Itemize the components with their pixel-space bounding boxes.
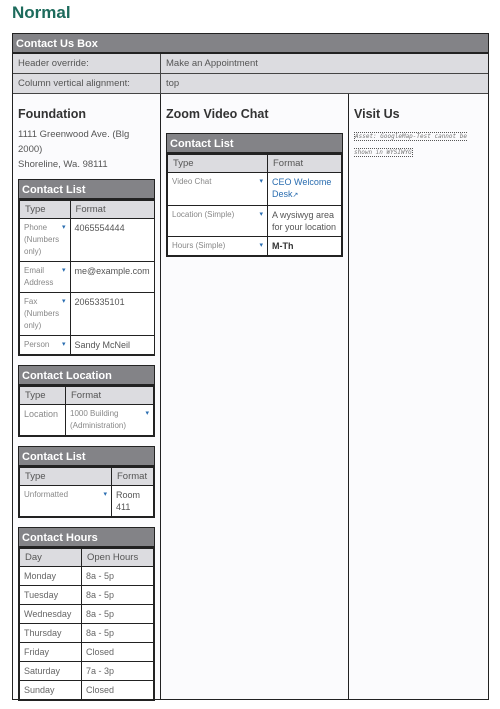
contact-list-box-2: Contact List Type Format Unformatted ▾ Room… bbox=[18, 446, 155, 518]
chevron-down-icon: ▾ bbox=[259, 178, 263, 185]
chevron-down-icon: ▾ bbox=[259, 211, 263, 218]
hours-cell[interactable]: 8a - 5p bbox=[81, 604, 154, 624]
property-row: Column vertical alignment: top bbox=[13, 74, 488, 94]
value-cell[interactable]: Sandy McNeil bbox=[69, 335, 155, 355]
table-row: Thursday 8a - 5p bbox=[19, 623, 154, 643]
box-header: Contact List bbox=[19, 180, 154, 200]
header-override-value[interactable]: Make an Appointment bbox=[161, 54, 258, 73]
contact-us-box: Contact Us Box Header override: Make an A… bbox=[12, 33, 489, 701]
alignment-value[interactable]: top bbox=[161, 74, 179, 93]
hours-cell[interactable]: 8a - 5p bbox=[81, 566, 154, 586]
external-link-icon: ↗ bbox=[292, 192, 299, 199]
column-3: Visit Us Asset: GoogleMap-Test cannot be… bbox=[349, 94, 488, 700]
day-cell: Monday bbox=[19, 566, 82, 586]
hours-cell[interactable]: 8a - 5p bbox=[81, 623, 154, 643]
table-row: Fax (Numbers only) ▾ 2065335101 bbox=[19, 292, 155, 336]
hours-cell[interactable]: Closed bbox=[81, 680, 154, 700]
type-select[interactable]: Person ▾ bbox=[19, 335, 71, 355]
day-cell: Saturday bbox=[19, 661, 82, 681]
column-1: Foundation 1111 Greenwood Ave. (Blg 2000… bbox=[13, 94, 161, 701]
column-header: Format bbox=[111, 467, 154, 486]
type-select[interactable]: Email Address ▾ bbox=[19, 261, 71, 293]
day-cell: Thursday bbox=[19, 623, 82, 643]
table-row: Saturday 7a - 3p bbox=[19, 661, 154, 681]
address-line: Shoreline, Wa. 98111 bbox=[18, 159, 108, 170]
type-select[interactable]: Phone (Numbers only) ▾ bbox=[19, 218, 71, 262]
value-cell[interactable]: M-Th bbox=[267, 236, 342, 256]
box-header: Contact Location bbox=[19, 366, 154, 386]
chevron-down-icon: ▾ bbox=[62, 224, 66, 231]
value-cell[interactable]: A wysiwyg area for your location bbox=[267, 205, 342, 237]
value-cell[interactable]: 2065335101 bbox=[69, 292, 155, 336]
type-cell: Location bbox=[19, 404, 66, 436]
value-cell[interactable]: 4065554444 bbox=[69, 218, 155, 262]
column-heading: Zoom Video Chat bbox=[166, 107, 269, 121]
ceo-welcome-desk-link[interactable]: CEO Welcome Desk↗ bbox=[272, 177, 331, 199]
hours-cell[interactable]: Closed bbox=[81, 642, 154, 662]
table-row: Video Chat ▾ CEO Welcome Desk↗ bbox=[167, 172, 342, 206]
contact-hours-box: Contact Hours Day Open Hours Monday 8a - 5p… bbox=[18, 527, 155, 701]
value-cell[interactable]: Room 411 bbox=[111, 485, 154, 517]
property-row: Header override: Make an Appointment bbox=[13, 54, 488, 74]
contact-list-box: Contact List Type Format Video Chat ▾ CEO W… bbox=[166, 133, 343, 257]
column-heading: Visit Us bbox=[354, 107, 400, 121]
type-select[interactable]: Unformatted ▾ bbox=[19, 485, 112, 517]
column-heading: Foundation bbox=[18, 107, 87, 121]
box-header: Contact List bbox=[19, 447, 154, 467]
page-title: Normal bbox=[12, 3, 71, 22]
contact-location-box: Contact Location Type Format Location 1000… bbox=[18, 365, 155, 437]
column-header: Type bbox=[19, 467, 112, 486]
table-row: Location 1000 Building (Administration) ▾ bbox=[19, 404, 154, 436]
table-row: Hours (Simple) ▾ M-Th bbox=[167, 236, 342, 256]
table-row: Monday 8a - 5p bbox=[19, 566, 154, 586]
column-header: Type bbox=[19, 386, 66, 405]
table-row: Friday Closed bbox=[19, 642, 154, 662]
map-notice: Asset: GoogleMap-Test cannot be shown in… bbox=[354, 132, 467, 157]
box-header: Contact List bbox=[167, 134, 342, 154]
chevron-down-icon: ▾ bbox=[103, 491, 107, 498]
table-row: Person ▾ Sandy McNeil bbox=[19, 335, 155, 355]
hours-cell[interactable]: 8a - 5p bbox=[81, 585, 154, 605]
table-row: Tuesday 8a - 5p bbox=[19, 585, 154, 605]
column-header: Format bbox=[267, 154, 342, 173]
location-select[interactable]: 1000 Building (Administration) ▾ bbox=[65, 404, 154, 436]
address: 1111 Greenwood Ave. (Blg 2000) Shoreline,… bbox=[18, 127, 155, 172]
chevron-down-icon: ▾ bbox=[62, 341, 66, 348]
table-row: Email Address ▾ me@example.com bbox=[19, 261, 155, 293]
column-header: Type bbox=[19, 200, 71, 219]
day-cell: Wednesday bbox=[19, 604, 82, 624]
property-label: Header override: bbox=[13, 54, 161, 73]
value-cell[interactable]: me@example.com bbox=[69, 261, 155, 293]
box-header: Contact Hours bbox=[19, 528, 154, 548]
box-title: Contact Us Box bbox=[13, 34, 488, 54]
chevron-down-icon: ▾ bbox=[145, 410, 149, 417]
chevron-down-icon: ▾ bbox=[62, 267, 66, 274]
chevron-down-icon: ▾ bbox=[259, 242, 263, 249]
day-cell: Friday bbox=[19, 642, 82, 662]
table-row: Location (Simple) ▾ A wysiwyg area for you… bbox=[167, 205, 342, 237]
column-header: Format bbox=[69, 200, 155, 219]
column-header: Format bbox=[65, 386, 154, 405]
column-2: Zoom Video Chat Contact List Type Format … bbox=[161, 94, 349, 700]
hours-cell[interactable]: 7a - 3p bbox=[81, 661, 154, 681]
contact-list-box: Contact List Type Format Phone (Numbers o… bbox=[18, 179, 155, 356]
day-cell: Tuesday bbox=[19, 585, 82, 605]
column-header: Open Hours bbox=[81, 548, 154, 567]
type-select[interactable]: Location (Simple) ▾ bbox=[167, 205, 268, 237]
chevron-down-icon: ▾ bbox=[62, 298, 66, 305]
column-header: Day bbox=[19, 548, 82, 567]
day-cell: Sunday bbox=[19, 680, 82, 700]
type-select[interactable]: Video Chat ▾ bbox=[167, 172, 268, 206]
type-select[interactable]: Fax (Numbers only) ▾ bbox=[19, 292, 71, 336]
table-row: Wednesday 8a - 5p bbox=[19, 604, 154, 624]
table-row: Phone (Numbers only) ▾ 4065554444 bbox=[19, 218, 155, 262]
table-row: Unformatted ▾ Room 411 bbox=[19, 485, 154, 517]
table-row: Sunday Closed bbox=[19, 680, 154, 700]
type-select[interactable]: Hours (Simple) ▾ bbox=[167, 236, 268, 256]
column-header: Type bbox=[167, 154, 268, 173]
property-label: Column vertical alignment: bbox=[13, 74, 161, 93]
address-line: 1111 Greenwood Ave. (Blg 2000) bbox=[18, 129, 130, 155]
